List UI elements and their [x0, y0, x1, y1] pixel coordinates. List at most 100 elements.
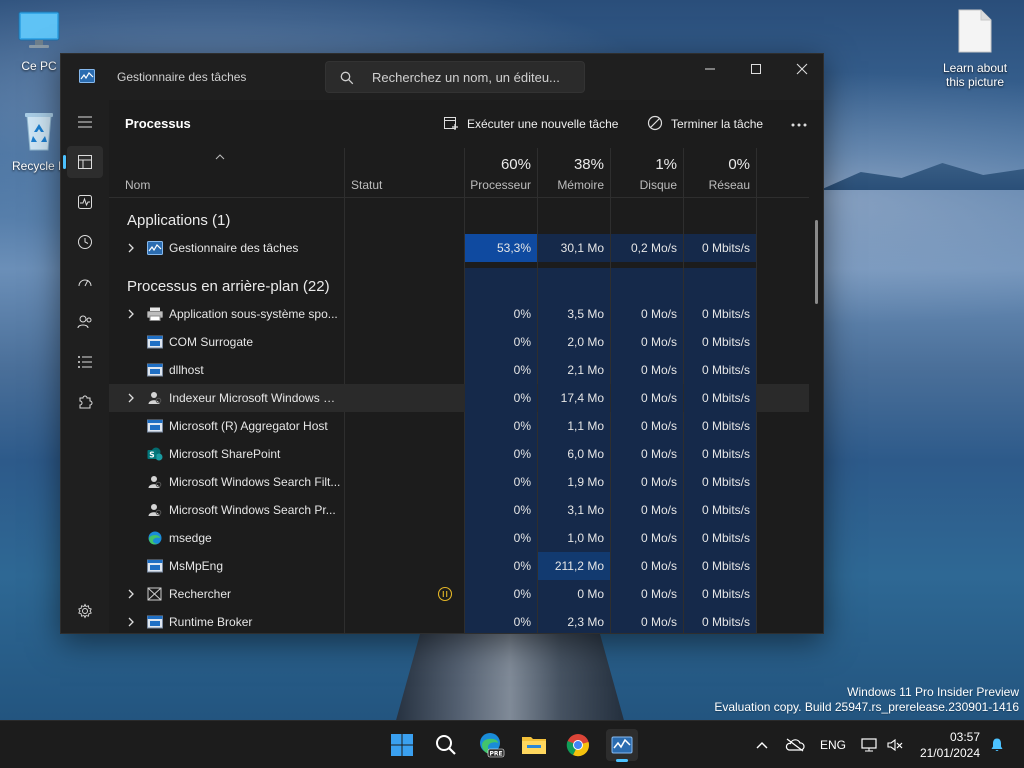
network-tray-button[interactable] [856, 721, 884, 768]
maximize-button[interactable] [733, 54, 779, 84]
cpu-value: 0% [513, 615, 531, 629]
process-row[interactable]: Microsoft (R) Aggregator Host 0% 1,1 Mo 0 M… [109, 412, 809, 440]
user-search-icon [148, 476, 162, 488]
nav-services[interactable] [67, 386, 103, 418]
hamburger-menu-button[interactable] [67, 106, 103, 138]
notifications-button[interactable] [986, 721, 1008, 768]
process-row[interactable]: Rechercher 0% 0 Mo 0 Mo/s 0 Mbits/s [109, 580, 809, 608]
chevron-right-icon[interactable] [127, 393, 135, 403]
network-label: Réseau [708, 178, 750, 192]
desktop-icon-label: Ce PC [21, 59, 57, 73]
process-name: Application sous-système spo... [169, 307, 338, 321]
net-value: 0 Mbits/s [701, 531, 750, 545]
minimize-button[interactable] [687, 54, 733, 84]
chevron-right-icon[interactable] [127, 243, 135, 253]
column-header-cpu[interactable]: 60% Processeur [465, 148, 537, 198]
run-new-task-button[interactable]: Exécuter une nouvelle tâche [443, 114, 623, 136]
chevron-right-icon[interactable] [127, 589, 135, 599]
process-row[interactable]: Microsoft Windows Search Pr... 0% 3,1 Mo 0 … [109, 496, 809, 524]
cpu-cell: 0% [465, 300, 537, 328]
cpu-cell: 0% [465, 328, 537, 356]
group-header-label: Processus en arrière-plan (22) [127, 278, 330, 295]
svg-text:PRE: PRE [489, 751, 502, 758]
process-row[interactable]: Runtime Broker 0% 2,3 Mo 0 Mo/s 0 Mbits/s [109, 608, 809, 633]
window-icon [147, 363, 163, 377]
close-button[interactable] [779, 54, 823, 84]
net-cell: 0 Mbits/s [684, 412, 756, 440]
column-header-disk[interactable]: 1% Disque [611, 148, 683, 198]
net-cell: 0 Mbits/s [684, 468, 756, 496]
process-row[interactable]: Microsoft Windows Search Filt... 0% 1,9 Mo… [109, 468, 809, 496]
process-row[interactable]: MsMpEng 0% 211,2 Mo 0 Mo/s 0 Mbits/s [109, 552, 809, 580]
column-header-status[interactable]: Statut [345, 148, 465, 198]
nav-performance[interactable] [67, 186, 103, 218]
net-cell: 0 Mbits/s [684, 496, 756, 524]
desktop-icon-learn-picture[interactable]: Learn about this picture [937, 8, 1013, 89]
close-icon [796, 63, 808, 75]
more-options-button[interactable] [785, 114, 813, 136]
end-task-button[interactable]: Terminer la tâche [647, 114, 771, 136]
cpu-cell: 0% [465, 412, 537, 440]
column-headers: Nom Statut 60% Processeur 38% Mémoire 1%… [109, 148, 809, 198]
task-manager-window: Gestionnaire des tâches Recherchez un no… [60, 53, 824, 634]
nav-users[interactable] [67, 306, 103, 338]
onedrive-tray-button[interactable] [782, 721, 808, 768]
net-value: 0 Mbits/s [701, 503, 750, 517]
net-cell: 0 Mbits/s [684, 580, 756, 608]
show-hidden-icons-button[interactable] [752, 721, 772, 768]
volume-tray-button[interactable] [884, 721, 906, 768]
chevron-right-icon[interactable] [127, 309, 135, 319]
taskbar-chrome[interactable] [562, 729, 594, 761]
language-indicator[interactable]: ENG [814, 721, 850, 768]
clock-button[interactable]: 03:57 21/01/2024 [914, 721, 984, 768]
mem-value: 6,0 Mo [567, 447, 604, 461]
process-name: Rechercher [169, 587, 232, 601]
nav-settings[interactable] [67, 595, 103, 627]
net-cell: 0 Mbits/s [684, 552, 756, 580]
cpu-value: 0% [513, 307, 531, 321]
net-value: 0 Mbits/s [701, 419, 750, 433]
group-header-applications[interactable]: Applications (1) [109, 204, 809, 236]
taskbar-task-manager[interactable] [606, 729, 638, 762]
nav-startup-apps[interactable] [67, 266, 103, 298]
process-name: Microsoft SharePoint [169, 447, 281, 461]
cpu-value: 0% [513, 335, 531, 349]
taskbar-search-button[interactable] [430, 729, 462, 761]
processes-page: Processus Exécuter une nouvelle tâche Te… [109, 100, 823, 633]
start-button[interactable] [386, 729, 418, 761]
memory-total: 38% [573, 156, 604, 173]
process-row[interactable]: Indexeur Microsoft Windows S... 0% 17,4 Mo… [109, 384, 809, 412]
disk-value: 0 Mo/s [640, 475, 677, 489]
taskmgr-icon [147, 241, 163, 255]
vertical-scrollbar[interactable] [815, 220, 818, 304]
mem-cell: 30,1 Mo [538, 234, 610, 262]
taskbar-file-explorer[interactable] [518, 729, 550, 761]
mem-value: 2,0 Mo [567, 335, 604, 349]
process-list: Applications (1) Gestionnaire des tâches 5… [109, 198, 809, 633]
process-row[interactable]: Application sous-système spo... 0% 3,5 Mo 0… [109, 300, 809, 328]
cloud-offline-icon [785, 738, 805, 752]
disk-label: Disque [639, 178, 677, 192]
group-header-background[interactable]: Processus en arrière-plan (22) [109, 270, 809, 302]
process-name: COM Surrogate [169, 335, 254, 349]
title-bar[interactable]: Gestionnaire des tâches Recherchez un no… [61, 54, 823, 100]
process-row[interactable]: Gestionnaire des tâches 53,3% 30,1 Mo 0,2 M… [109, 234, 809, 262]
disk-value: 0 Mo/s [640, 391, 677, 405]
process-name: dllhost [169, 363, 204, 377]
search-box[interactable]: Recherchez un nom, un éditeu... [325, 61, 585, 93]
nav-processes[interactable] [63, 146, 103, 178]
chevron-right-icon[interactable] [127, 617, 135, 627]
mem-cell: 1,9 Mo [538, 468, 610, 496]
process-row[interactable]: COM Surrogate 0% 2,0 Mo 0 Mo/s 0 Mbits/s [109, 328, 809, 356]
process-row[interactable]: msedge 0% 1,0 Mo 0 Mo/s 0 Mbits/s [109, 524, 809, 552]
column-header-name[interactable]: Nom [119, 148, 339, 198]
process-row[interactable]: S Microsoft SharePoint 0% 6,0 Mo 0 Mo/s 0 Mbi… [109, 440, 809, 468]
cpu-value: 0% [513, 559, 531, 573]
nav-app-history[interactable] [67, 226, 103, 258]
nav-details[interactable] [67, 346, 103, 378]
process-row[interactable]: dllhost 0% 2,1 Mo 0 Mo/s 0 Mbits/s [109, 356, 809, 384]
column-header-memory[interactable]: 38% Mémoire [538, 148, 610, 198]
column-header-network[interactable]: 0% Réseau [684, 148, 756, 198]
taskbar-edge-pre[interactable]: PRE [474, 729, 506, 761]
chrome-icon [566, 734, 589, 757]
